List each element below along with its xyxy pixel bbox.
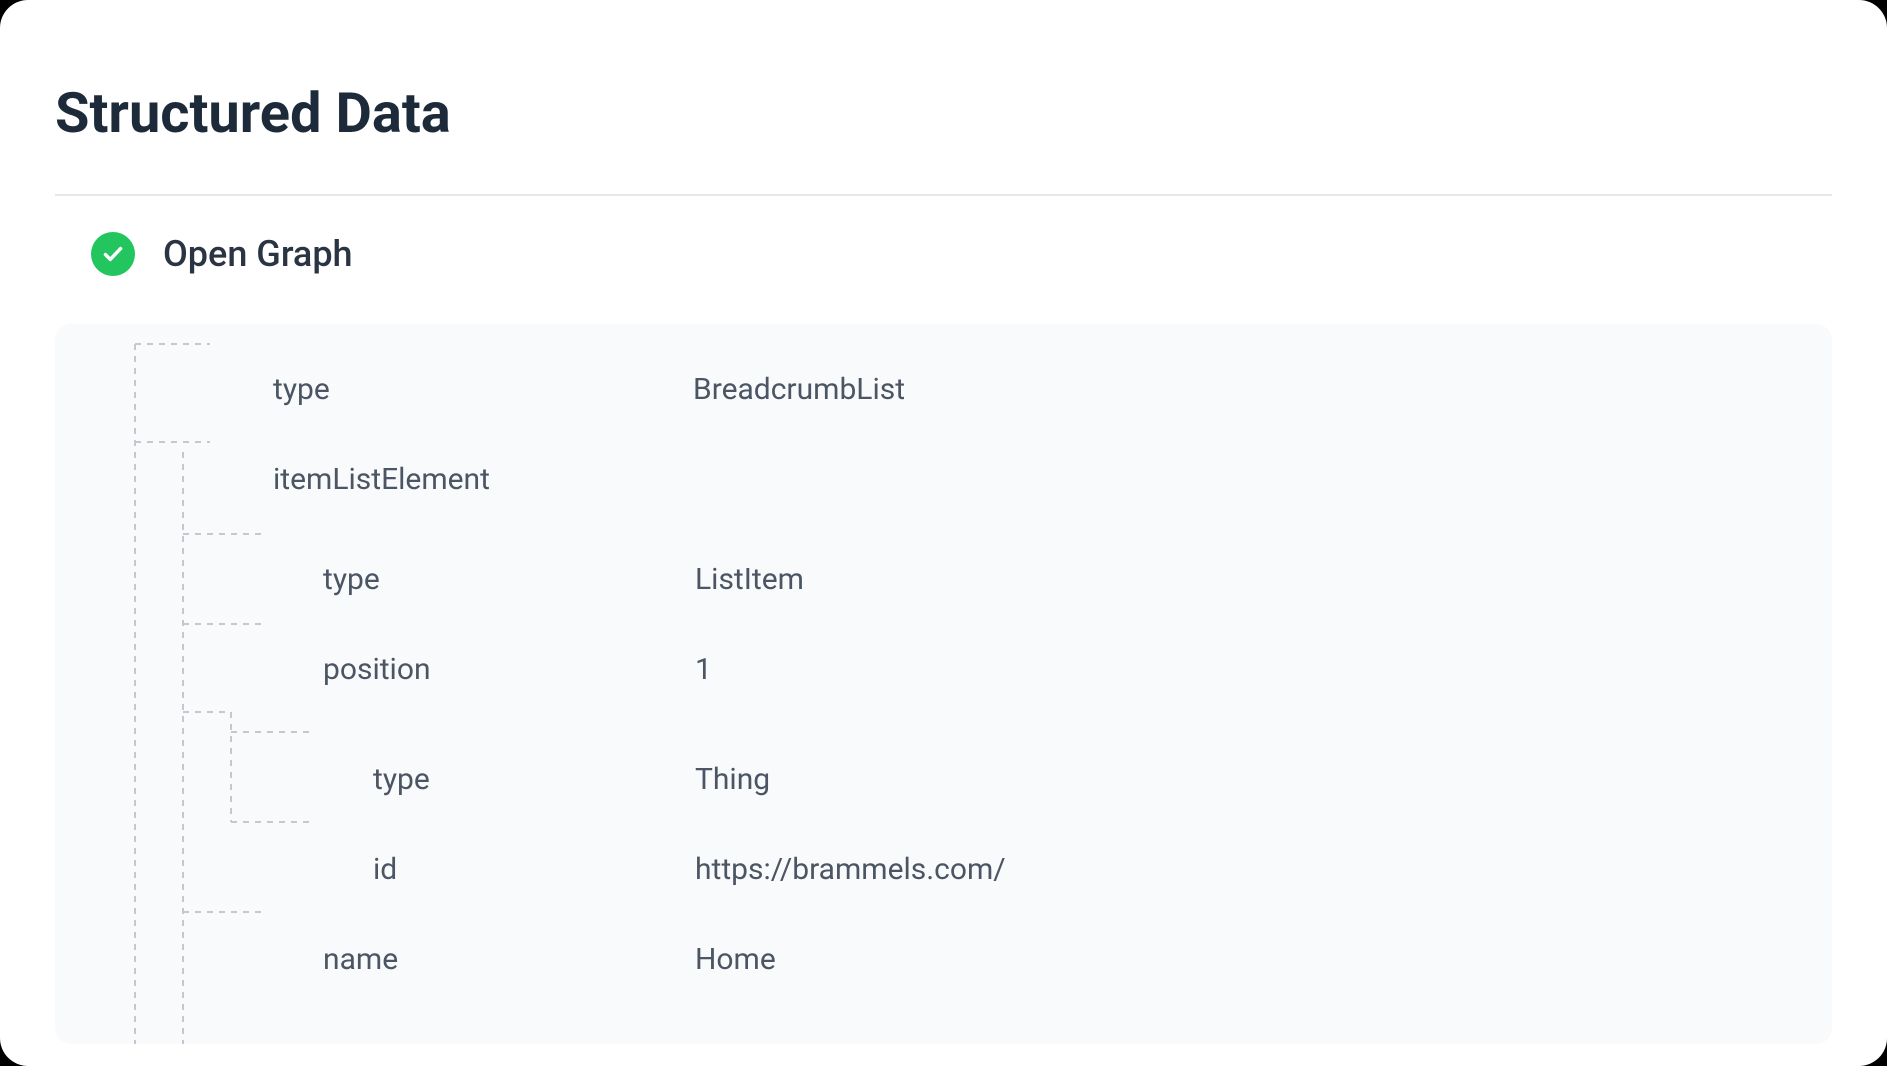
tree-value: ListItem — [695, 562, 804, 597]
tree-row: position 1 — [183, 652, 1784, 762]
tree-value: https://brammels.com/ — [695, 852, 1006, 887]
section-title: Open Graph — [163, 233, 353, 275]
tree-value: BreadcrumbList — [693, 372, 905, 407]
tree-key: name — [323, 942, 695, 977]
tree-key: id — [373, 852, 695, 887]
section-header: Open Graph — [55, 232, 1832, 276]
tree-row: type BreadcrumbList — [183, 372, 1784, 462]
page-title: Structured Data — [55, 80, 1832, 146]
tree-value: 1 — [695, 652, 712, 687]
structured-data-card: Structured Data Open Graph — [0, 0, 1887, 1066]
tree-row: type ListItem — [183, 562, 1784, 652]
tree-value: Thing — [695, 762, 770, 797]
tree-row: name Home — [183, 942, 1784, 1032]
tree-row: itemListElement — [183, 462, 1784, 562]
tree-panel: type BreadcrumbList itemListElement type… — [55, 324, 1832, 1044]
tree-key: position — [323, 652, 695, 687]
tree-row: type Thing — [183, 762, 1784, 852]
tree: type BreadcrumbList itemListElement type… — [103, 372, 1784, 1032]
check-icon — [91, 232, 135, 276]
divider — [55, 194, 1832, 196]
tree-key: type — [323, 562, 695, 597]
tree-key: type — [273, 372, 693, 407]
tree-key: itemListElement — [273, 462, 693, 497]
tree-value: Home — [695, 942, 776, 977]
tree-key: type — [373, 762, 695, 797]
tree-row: id https://brammels.com/ — [183, 852, 1784, 942]
